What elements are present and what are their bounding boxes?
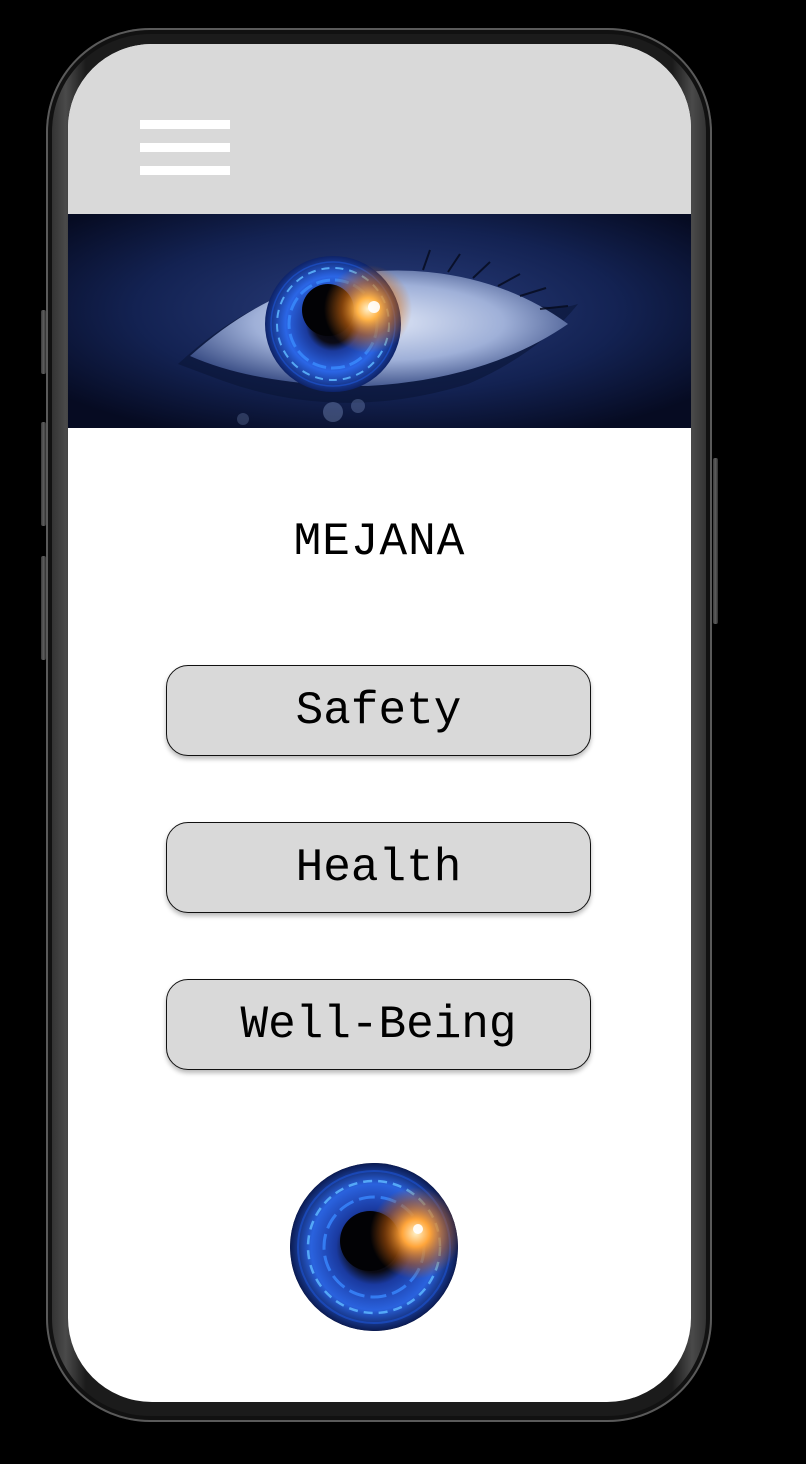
power-button [713, 458, 718, 624]
eye-logo-avatar [290, 1163, 458, 1331]
well-being-button[interactable]: Well-Being [166, 979, 591, 1070]
phone-screen: MEJANA Safety Health Well-Being [68, 44, 691, 1402]
hamburger-menu-icon[interactable] [140, 118, 230, 178]
health-button[interactable]: Health [166, 822, 591, 913]
hero-eye-banner [68, 214, 691, 428]
app-title: MEJANA [293, 516, 466, 568]
safety-button[interactable]: Safety [166, 665, 591, 756]
device-stage: MEJANA Safety Health Well-Being [0, 0, 806, 1464]
header-bar [68, 44, 691, 214]
eye-logo-icon [290, 1163, 458, 1331]
eye-illustration [68, 214, 691, 428]
